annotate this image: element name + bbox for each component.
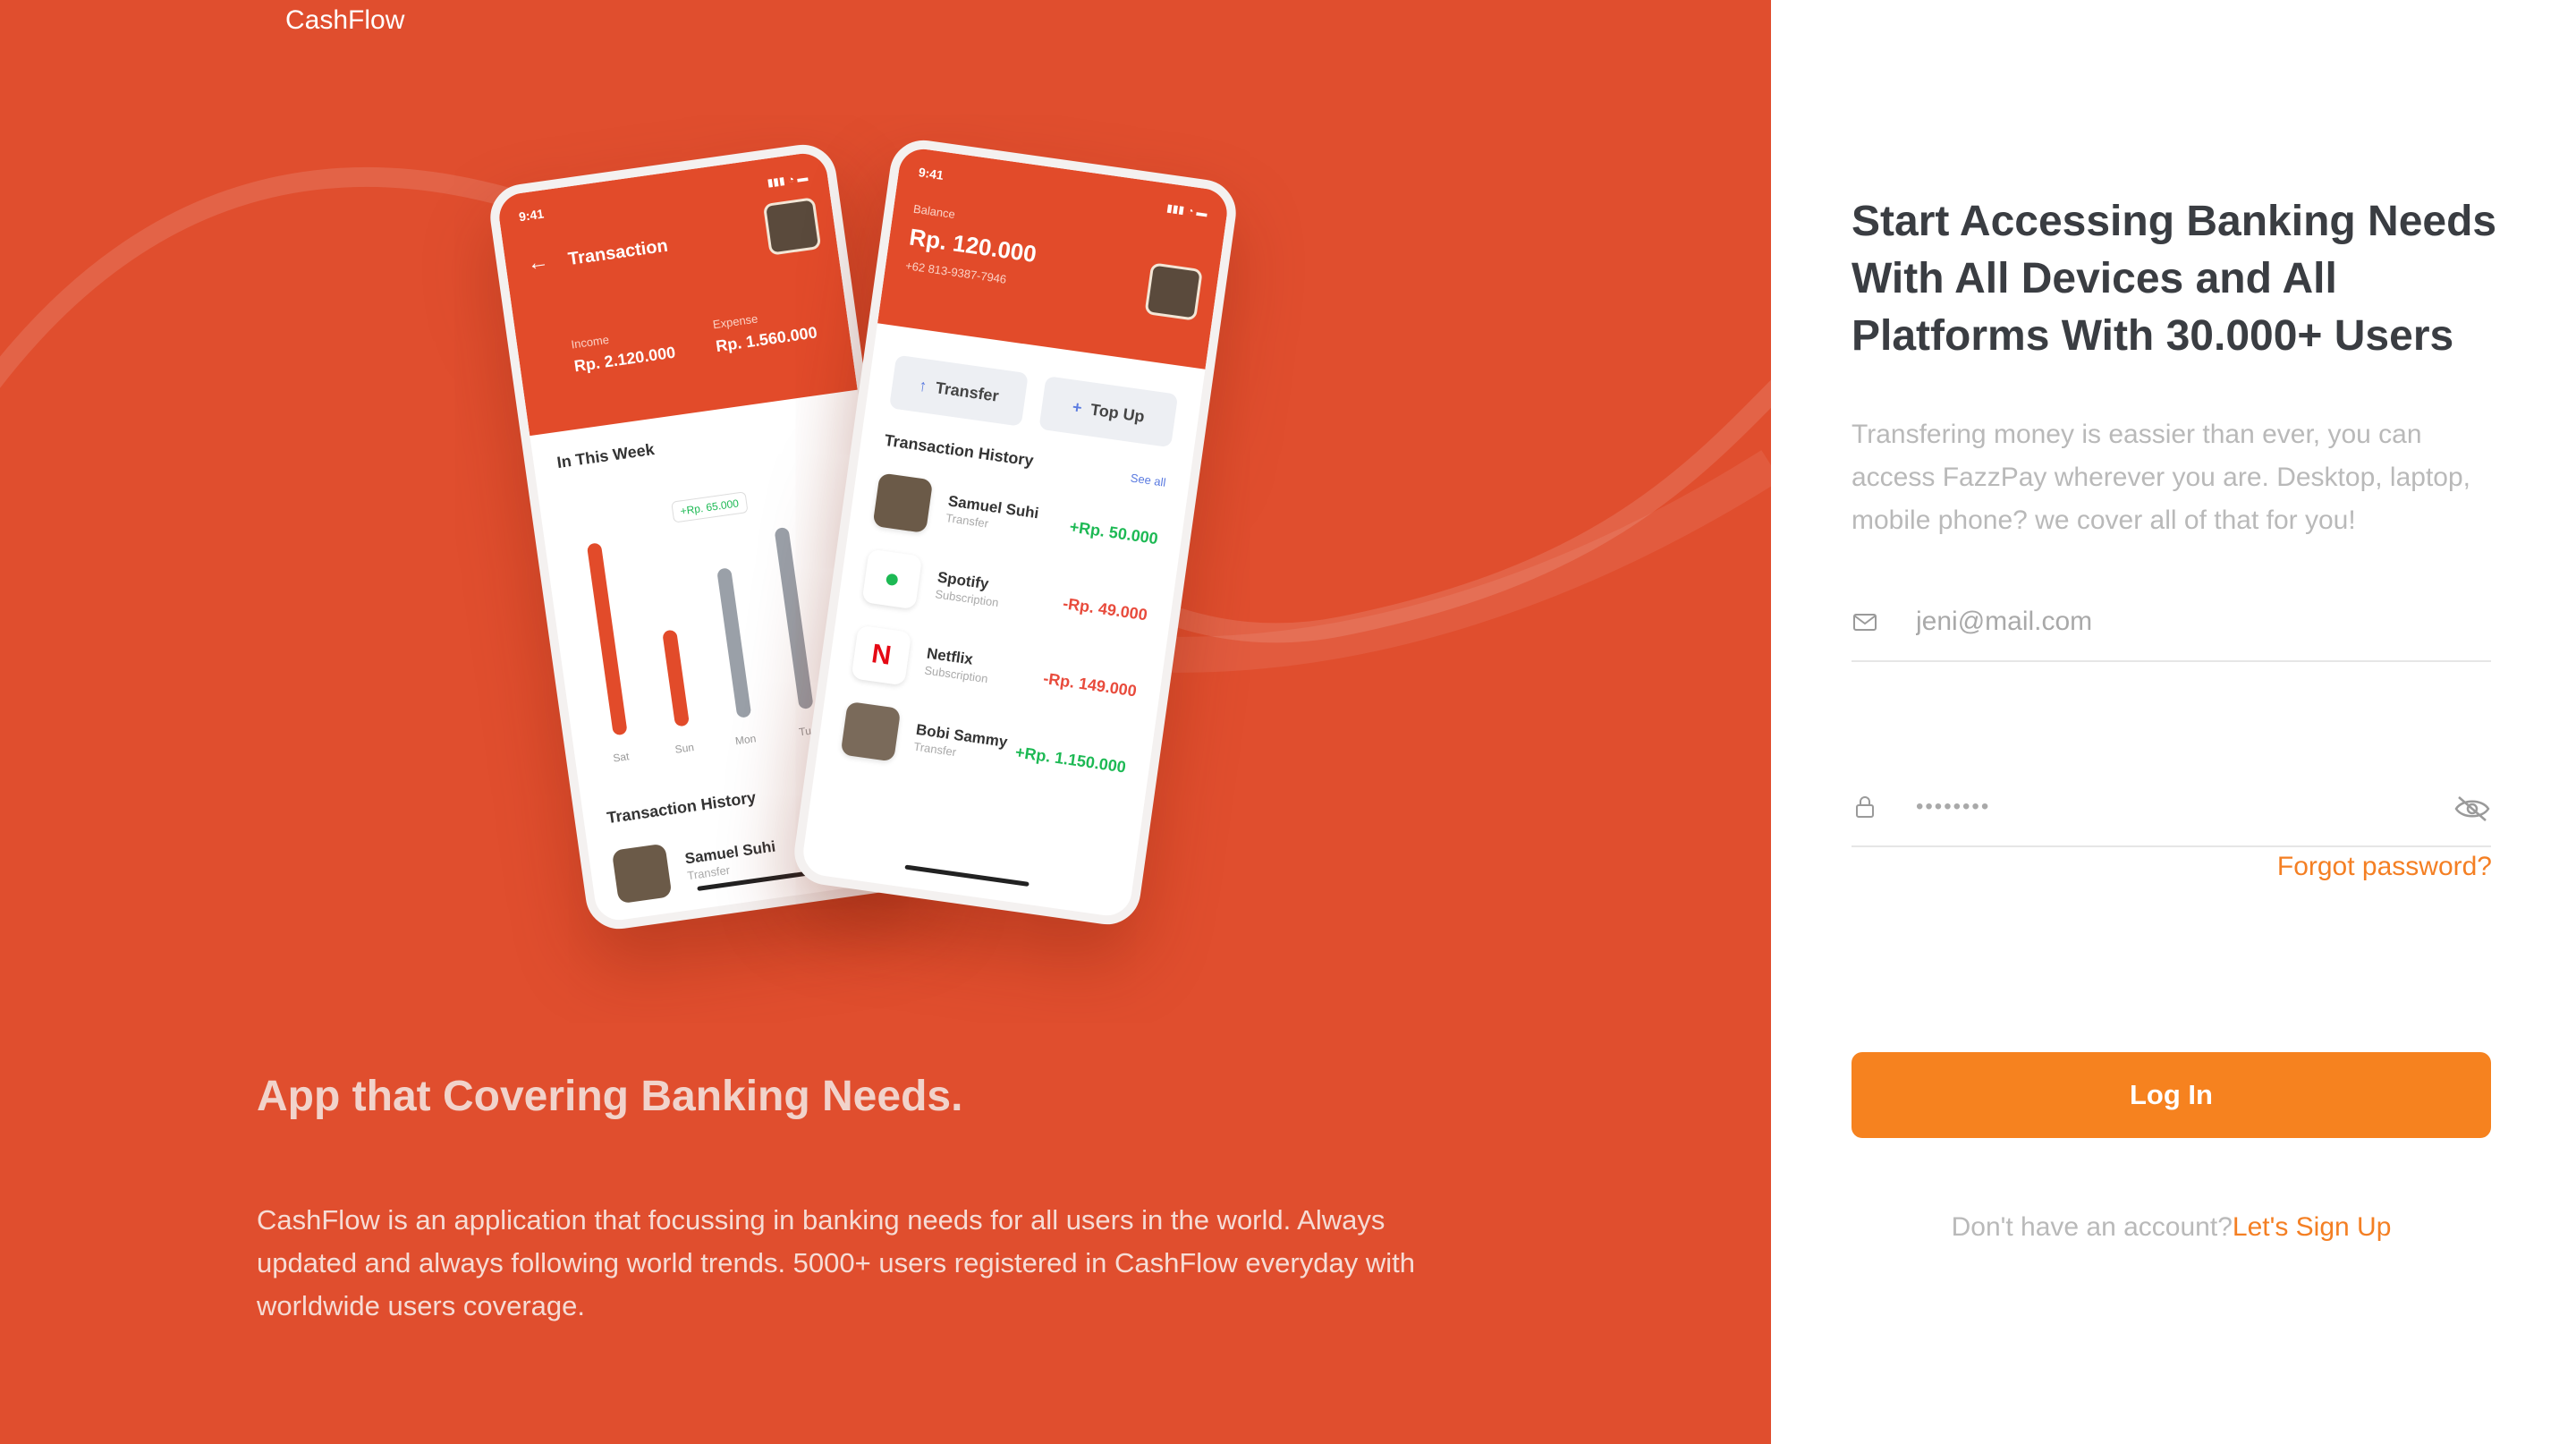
income-label: Income (570, 332, 610, 352)
page: CashFlow 9:41 ▮▮▮ ◔ ▬ ← Transaction Inco… (0, 0, 2576, 1444)
transaction-row: N Netflix Subscription -Rp. 149.000 (851, 624, 1140, 718)
lock-icon (1856, 796, 1874, 818)
login-description: Transfering money is eassier than ever, … (1852, 420, 2470, 535)
bar-tue (774, 526, 814, 710)
transaction-text: Spotify Subscription (934, 568, 1065, 620)
bar-sat (586, 542, 628, 736)
login-title: Start Accessing Banking Needs With All D… (1852, 198, 2497, 360)
transaction-text: Samuel Suhi Transfer (945, 492, 1072, 543)
avatar (1144, 262, 1203, 321)
phone-body: ↑ Transfer + Top Up Transaction History Se… (814, 323, 1205, 819)
status-icons: ▮▮▮ ◔ ▬ (1165, 201, 1208, 220)
transaction-avatar: ● (861, 548, 923, 610)
eye-slash-icon[interactable] (2453, 794, 2491, 824)
transaction-amount: -Rp. 49.000 (1062, 593, 1149, 624)
signup-prompt: Don't have an account?Let's Sign Up (1852, 1212, 2491, 1243)
hero-title: App that Covering Banking Needs. (257, 1073, 963, 1120)
bar-tag: +Rp. 65.000 (671, 491, 749, 523)
email-field (1852, 590, 2491, 662)
transaction-text: Bobi Sammy Transfer (912, 721, 1018, 769)
bar-mon (716, 567, 752, 718)
status-time: 9:41 (518, 206, 546, 225)
transfer-button: ↑ Transfer (888, 354, 1029, 427)
status-time: 9:41 (917, 165, 945, 183)
day-label: Mon (734, 732, 758, 748)
avatar (611, 843, 673, 905)
see-all-link: See all (1129, 471, 1167, 489)
transaction-avatar (840, 701, 902, 762)
arrow-up-icon: ↑ (918, 376, 928, 395)
transaction-row: Samuel Suhi Transfer +Rp. 50.000 (872, 472, 1161, 565)
transaction-avatar: N (851, 624, 912, 686)
back-arrow-icon: ← (525, 249, 551, 276)
password-field (1852, 776, 2491, 847)
phone-header: 9:41 ▮▮▮ ◔ ▬ ← Transaction Income Rp. 2.… (496, 150, 858, 437)
login-panel: Start Accessing Banking Needs With All D… (1771, 0, 2576, 1444)
transaction-amount: +Rp. 1.150.000 (1013, 743, 1128, 777)
password-input[interactable] (1916, 786, 2417, 828)
transaction-amount: +Rp. 50.000 (1068, 517, 1160, 548)
topup-label: Top Up (1089, 400, 1146, 426)
home-indicator (904, 864, 1030, 887)
hero-description: CashFlow is an application that focussin… (257, 1204, 1415, 1321)
signup-link[interactable]: Let's Sign Up (2233, 1212, 2392, 1242)
phone-title: Transaction (566, 235, 670, 270)
bar-sun (662, 629, 691, 727)
hero-panel: CashFlow 9:41 ▮▮▮ ◔ ▬ ← Transaction Inco… (0, 0, 1771, 1444)
signup-prompt-text: Don't have an account? (1951, 1212, 2233, 1242)
phone-number: +62 813-9387-7946 (904, 259, 1008, 286)
history-title: Transaction History (883, 430, 1035, 470)
balance-label: Balance (912, 201, 956, 222)
transaction-avatar (872, 472, 934, 534)
action-buttons: ↑ Transfer + Top Up (888, 354, 1179, 448)
brand-logo-text[interactable]: CashFlow (285, 5, 404, 36)
email-input[interactable] (1916, 601, 2417, 642)
transfer-label: Transfer (934, 378, 1000, 405)
avatar (762, 197, 822, 256)
transaction-row: Bobi Sammy Transfer +Rp. 1.150.000 (840, 701, 1130, 794)
day-label: Sun (674, 741, 695, 756)
mail-icon (1853, 614, 1877, 631)
day-label: Sat (612, 750, 631, 765)
topup-button: + Top Up (1038, 376, 1179, 448)
plus-icon: + (1071, 397, 1083, 417)
status-icons: ▮▮▮ ◔ ▬ (766, 171, 809, 190)
expense-label: Expense (711, 311, 759, 332)
transaction-text: Netflix Subscription (923, 645, 1046, 695)
transaction-amount: -Rp. 149.000 (1042, 668, 1139, 701)
transaction-row: ● Spotify Subscription -Rp. 49.000 (861, 548, 1150, 641)
forgot-password-link[interactable]: Forgot password? (2268, 852, 2492, 882)
login-button[interactable]: Log In (1852, 1052, 2491, 1138)
transaction-list: Samuel Suhi Transfer +Rp. 50.000 ● Spotify Su… (840, 472, 1162, 794)
